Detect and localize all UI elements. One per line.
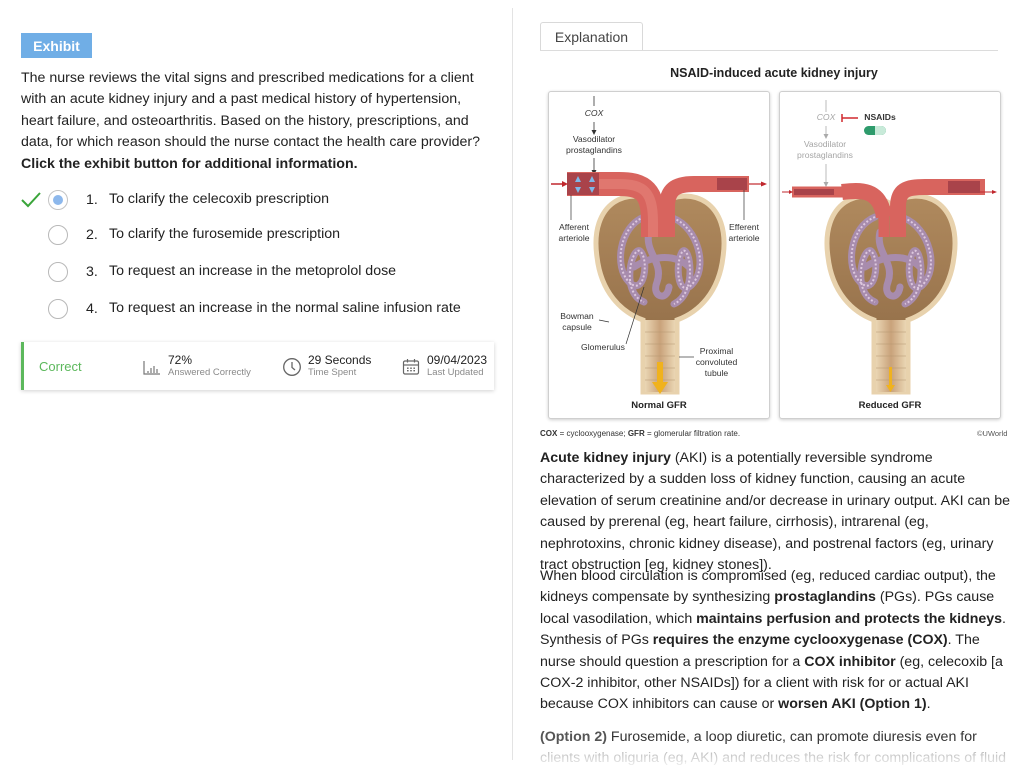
stat-percent-correct: 72% Answered Correctly: [142, 354, 251, 379]
caption-normal-gfr: Normal GFR: [631, 400, 687, 411]
option-number: 4.: [86, 301, 98, 317]
emphasis: COX inhibitor: [804, 653, 896, 670]
clock-icon: [283, 358, 301, 376]
label-prostaglandins: prostaglandins: [566, 145, 622, 155]
option-number: 2.: [86, 227, 98, 243]
label-proximal: Proximal: [699, 346, 734, 356]
result-stats-bar: Correct 72% Answered Correctly 29 Second…: [21, 342, 494, 390]
answer-option-2[interactable]: 2. To clarify the furosemide prescriptio…: [0, 223, 500, 247]
footnote-gfr-def: = glomerular filtration rate.: [644, 429, 741, 438]
radio-button[interactable]: [48, 299, 68, 319]
correct-check-icon: [21, 192, 41, 208]
time-value: 29 Seconds: [308, 353, 372, 367]
time-label: Time Spent: [308, 367, 357, 378]
label-efferent: Efferent: [729, 222, 759, 232]
question-pane: Exhibit The nurse reviews the vital sign…: [0, 0, 512, 768]
footnote-cox-def: = cyclooxygenase;: [557, 429, 628, 438]
emphasis: prostaglandins: [774, 589, 876, 606]
explanation-pane: Explanation NSAID-induced acute kidney i…: [513, 0, 1024, 768]
label-arteriole: arteriole: [558, 233, 590, 243]
label-vasodilator-faded: Vasodilator: [803, 139, 847, 149]
question-instruction: Click the exhibit button for additional …: [21, 155, 358, 172]
copyright: ©UWorld: [977, 429, 1008, 438]
label-afferent: Afferent: [559, 222, 589, 232]
figure-title: NSAID-induced acute kidney injury: [670, 66, 878, 80]
label-cox-faded: COX: [816, 112, 836, 122]
diagram-reduced-gfr: COX NSAIDs Vasodilator prostaglandins Re…: [779, 91, 1001, 419]
answer-option-1[interactable]: 1. To clarify the celecoxib prescription: [0, 188, 500, 212]
emphasis: requires the enzyme cyclooxygenase (COX): [652, 632, 948, 649]
result-status: Correct: [39, 359, 82, 374]
answer-option-4[interactable]: 4. To request an increase in the normal …: [0, 297, 500, 321]
option-number: 3.: [86, 264, 98, 280]
term-aki: Acute kidney injury: [540, 450, 671, 466]
date-label: Last Updated: [427, 367, 484, 378]
label-vasodilator: Vasodilator: [572, 134, 616, 144]
tab-underline: [540, 50, 998, 51]
text: .: [926, 696, 931, 713]
radio-button[interactable]: [48, 225, 68, 245]
percent-value: 72%: [168, 353, 193, 367]
stat-time-spent: 29 Seconds Time Spent: [282, 354, 371, 379]
label-convoluted: convoluted: [695, 357, 738, 367]
label-cox: COX: [584, 108, 604, 118]
option-text: To clarify the celecoxib prescription: [109, 191, 330, 207]
footnote-cox-abbr: COX: [540, 429, 558, 438]
question-stem: The nurse reviews the vital signs and pr…: [21, 68, 491, 175]
text: (AKI) is a potentially reversible syndro…: [540, 450, 1011, 574]
option-text: To request an increase in the normal sal…: [109, 300, 461, 316]
label-arteriole: arteriole: [728, 233, 760, 243]
bar-chart-icon: [143, 361, 160, 375]
radio-button-selected[interactable]: [48, 190, 68, 210]
label-tubule: tubule: [704, 368, 729, 378]
option-text: To clarify the furosemide prescription: [109, 226, 341, 242]
explanation-paragraph-2: When blood circulation is compromised (e…: [540, 566, 1015, 716]
percent-label: Answered Correctly: [168, 367, 251, 378]
label-glomerulus: Glomerulus: [581, 342, 625, 352]
label-capsule: capsule: [562, 322, 592, 332]
emphasis: maintains perfusion and protects the kid…: [696, 610, 1003, 627]
explanation-paragraph-1: Acute kidney injury (AKI) is a potential…: [540, 448, 1015, 576]
scroll-fade: [513, 744, 1024, 768]
tab-explanation[interactable]: Explanation: [540, 22, 643, 51]
option-2-label: (Option 2): [540, 729, 607, 745]
label-nsaids: NSAIDs: [864, 112, 896, 122]
calendar-icon: [402, 359, 420, 375]
question-text: The nurse reviews the vital signs and pr…: [21, 70, 481, 151]
label-prostaglandins-faded: prostaglandins: [797, 150, 853, 160]
radio-button[interactable]: [48, 262, 68, 282]
caption-reduced-gfr: Reduced GFR: [858, 400, 922, 411]
label-bowman: Bowman: [560, 311, 594, 321]
answer-option-3[interactable]: 3. To request an increase in the metopro…: [0, 260, 500, 284]
option-number: 1.: [86, 192, 98, 208]
footnote-gfr-abbr: GFR: [627, 429, 645, 438]
exhibit-button[interactable]: Exhibit: [21, 33, 92, 58]
option-text: To request an increase in the metoprolol…: [109, 263, 397, 279]
stat-last-updated: 09/04/2023 Last Updated: [401, 354, 487, 379]
emphasis: worsen AKI (Option 1): [778, 696, 927, 713]
date-value: 09/04/2023: [427, 353, 488, 367]
figure-footnote: COX = cyclooxygenase; GFR = glomerular f…: [540, 429, 740, 438]
diagram-normal-gfr: COX Vasodilator prostaglandins Afferent …: [548, 91, 770, 419]
